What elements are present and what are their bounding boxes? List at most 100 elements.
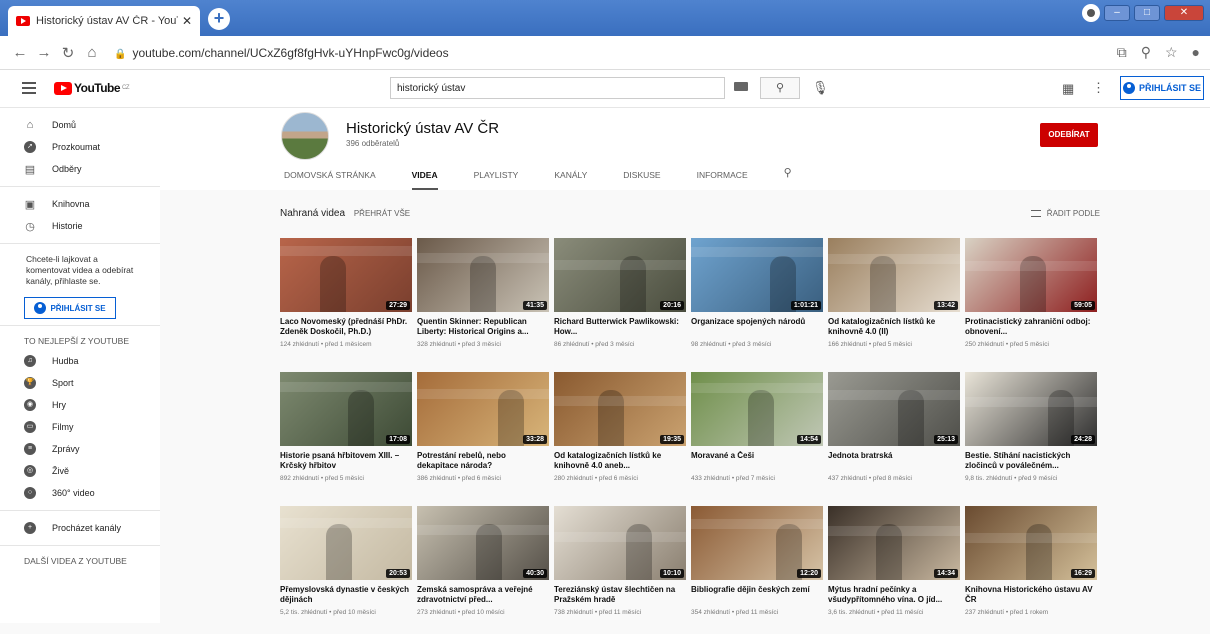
sidebar-item-history[interactable]: ◷ Historie xyxy=(0,215,160,237)
video-card[interactable]: 33:28 Potrestání rebelů, nebo dekapitace … xyxy=(417,372,549,500)
video-card[interactable]: 12:20 Bibliografie dějin českých zemí 354 … xyxy=(691,506,823,634)
video-card[interactable]: 14:34 Mýtus hradní pečínky a všudypřítomn… xyxy=(828,506,960,634)
tab-playlists[interactable]: PLAYLISTY xyxy=(474,168,519,190)
video-card[interactable]: 1:01:21 Organizace spojených národů 98 zhl… xyxy=(691,238,823,366)
back-icon[interactable]: ← xyxy=(8,44,32,61)
video-title[interactable]: Laco Novomeský (přednáší PhDr. Zdeněk Do… xyxy=(280,317,412,337)
video-thumbnail[interactable]: 40:30 xyxy=(417,506,549,580)
video-card[interactable]: 40:30 Zemská samospráva a veřejné zdravot… xyxy=(417,506,549,634)
video-card[interactable]: 25:13 Jednota bratrská 437 zhlédnutí • pře… xyxy=(828,372,960,500)
play-all-button[interactable]: PŘEHRÁT VŠE xyxy=(354,209,410,218)
video-title[interactable]: Mýtus hradní pečínky a všudypřítomného v… xyxy=(828,585,960,605)
browser-tab[interactable]: Historický ústav AV ČR - YouTube ✕ xyxy=(8,6,200,36)
video-title[interactable]: Organizace spojených národů xyxy=(691,317,823,337)
profile-icon[interactable]: ● xyxy=(1192,44,1200,61)
signin-button[interactable]: PŘIHLÁSIT SE xyxy=(1120,76,1204,100)
video-thumbnail[interactable]: 14:54 xyxy=(691,372,823,446)
video-thumbnail[interactable]: 16:29 xyxy=(965,506,1097,580)
video-thumbnail[interactable]: 24:28 xyxy=(965,372,1097,446)
bookmark-star-icon[interactable]: ☆ xyxy=(1165,44,1178,61)
video-thumbnail[interactable]: 14:34 xyxy=(828,506,960,580)
video-thumbnail[interactable]: 19:35 xyxy=(554,372,686,446)
sidebar-item-live[interactable]: ◎ Živě xyxy=(0,460,160,482)
apps-grid-icon[interactable]: ▦ xyxy=(1062,81,1074,97)
video-title[interactable]: Zemská samospráva a veřejné zdravotnictv… xyxy=(417,585,549,605)
video-title[interactable]: Potrestání rebelů, nebo dekapitace národ… xyxy=(417,451,549,471)
video-thumbnail[interactable]: 1:01:21 xyxy=(691,238,823,312)
video-title[interactable]: Knihovna Historického ústavu AV ČR xyxy=(965,585,1097,605)
video-title[interactable]: Quentin Skinner: Republican Liberty: His… xyxy=(417,317,549,337)
subscribe-button[interactable]: ODEBÍRAT xyxy=(1040,123,1098,147)
video-thumbnail[interactable]: 17:08 xyxy=(280,372,412,446)
channel-avatar[interactable] xyxy=(281,112,329,160)
video-title[interactable]: Historie psaná hřbitovem XIII. – Krčský … xyxy=(280,451,412,471)
reload-icon[interactable]: ↻ xyxy=(56,44,80,62)
install-icon[interactable]: ⧉ xyxy=(1117,44,1127,61)
video-card[interactable]: 16:29 Knihovna Historického ústavu AV ČR 2… xyxy=(965,506,1097,634)
sidebar-item-movies[interactable]: ▭ Filmy xyxy=(0,416,160,438)
sidebar-item-music[interactable]: ♫ Hudba xyxy=(0,350,160,372)
tab-discussion[interactable]: DISKUSE xyxy=(623,168,660,190)
video-card[interactable]: 19:35 Od katalogizačních lístků ke knihov… xyxy=(554,372,686,500)
youtube-logo[interactable]: YouTube CZ xyxy=(54,81,130,95)
video-thumbnail[interactable]: 13:42 xyxy=(828,238,960,312)
sidebar-signin-button[interactable]: PŘIHLÁSIT SE xyxy=(24,297,116,319)
video-card[interactable]: 27:29 Laco Novomeský (přednáší PhDr. Zden… xyxy=(280,238,412,366)
video-thumbnail[interactable]: 27:29 xyxy=(280,238,412,312)
new-tab-button[interactable]: + xyxy=(208,8,230,30)
sidebar-item-360[interactable]: ○ 360° video xyxy=(0,482,160,504)
video-title[interactable]: Jednota bratrská xyxy=(828,451,960,471)
video-card[interactable]: 20:53 Přemyslovská dynastie v českých děj… xyxy=(280,506,412,634)
sidebar-item-sport[interactable]: 🏆 Sport xyxy=(0,372,160,394)
video-card[interactable]: 14:54 Moravané a Češi 433 zhlédnutí • před… xyxy=(691,372,823,500)
video-card[interactable]: 59:05 Protinacistický zahraniční odboj: o… xyxy=(965,238,1097,366)
video-thumbnail[interactable]: 41:35 xyxy=(417,238,549,312)
video-thumbnail[interactable]: 20:16 xyxy=(554,238,686,312)
sidebar-item-gaming[interactable]: ◉ Hry xyxy=(0,394,160,416)
sidebar-item-browse-channels[interactable]: + Procházet kanály xyxy=(0,517,160,539)
video-card[interactable]: 17:08 Historie psaná hřbitovem XIII. – Kr… xyxy=(280,372,412,500)
url-field[interactable]: 🔒 youtube.com/channel/UCxZ6gf8fgHvk-uYHnp… xyxy=(114,46,449,60)
video-card[interactable]: 20:16 Richard Butterwick Pawlikowski: How… xyxy=(554,238,686,366)
video-title[interactable]: Přemyslovská dynastie v českých dějinách xyxy=(280,585,412,605)
search-input[interactable]: historický ústav xyxy=(390,77,725,99)
sidebar-item-explore[interactable]: ➚ Prozkoumat xyxy=(0,136,160,158)
minimize-button[interactable]: – xyxy=(1104,5,1130,21)
sort-button[interactable]: ŘADIT PODLE xyxy=(1030,209,1100,218)
search-button[interactable]: ⚲ xyxy=(760,77,800,99)
video-title[interactable]: Tereziánský ústav šlechtičen na Pražském… xyxy=(554,585,686,605)
video-card[interactable]: 13:42 Od katalogizačních lístků ke knihov… xyxy=(828,238,960,366)
tab-channels[interactable]: KANÁLY xyxy=(554,168,587,190)
record-icon[interactable] xyxy=(1082,4,1100,22)
video-title[interactable]: Od katalogizačních lístků ke knihovně 4.… xyxy=(554,451,686,471)
close-window-button[interactable]: ✕ xyxy=(1164,5,1204,21)
video-card[interactable]: 41:35 Quentin Skinner: Republican Liberty… xyxy=(417,238,549,366)
video-thumbnail[interactable]: 25:13 xyxy=(828,372,960,446)
keyboard-icon[interactable] xyxy=(734,82,748,91)
sidebar-item-library[interactable]: ▣ Knihovna xyxy=(0,193,160,215)
video-thumbnail[interactable]: 12:20 xyxy=(691,506,823,580)
video-card[interactable]: 24:28 Bestie. Stíhání nacistických zločin… xyxy=(965,372,1097,500)
video-title[interactable]: Richard Butterwick Pawlikowski: How... xyxy=(554,317,686,337)
channel-search-icon[interactable]: ⚲ xyxy=(784,166,792,188)
sidebar-item-home[interactable]: ⌂ Domů xyxy=(0,114,160,136)
video-thumbnail[interactable]: 20:53 xyxy=(280,506,412,580)
tab-home[interactable]: DOMOVSKÁ STRÁNKA xyxy=(284,168,376,190)
hamburger-menu-icon[interactable] xyxy=(22,82,36,94)
video-thumbnail[interactable]: 10:10 xyxy=(554,506,686,580)
video-title[interactable]: Moravané a Češi xyxy=(691,451,823,471)
video-thumbnail[interactable]: 33:28 xyxy=(417,372,549,446)
microphone-icon[interactable]: 🎙 xyxy=(812,80,829,96)
video-title[interactable]: Protinacistický zahraniční odboj: obnove… xyxy=(965,317,1097,337)
video-card[interactable]: 10:10 Tereziánský ústav šlechtičen na Pra… xyxy=(554,506,686,634)
settings-dots-icon[interactable]: ⋮ xyxy=(1092,80,1105,96)
maximize-button[interactable]: □ xyxy=(1134,5,1160,21)
video-thumbnail[interactable]: 59:05 xyxy=(965,238,1097,312)
home-browser-icon[interactable]: ⌂ xyxy=(80,44,104,61)
video-title[interactable]: Bibliografie dějin českých zemí xyxy=(691,585,823,605)
zoom-icon[interactable]: ⚲ xyxy=(1141,44,1151,61)
sidebar-item-subscriptions[interactable]: ▤ Odběry xyxy=(0,158,160,180)
sidebar-item-news[interactable]: ≡ Zprávy xyxy=(0,438,160,460)
video-title[interactable]: Bestie. Stíhání nacistických zločinců v … xyxy=(965,451,1097,471)
tab-about[interactable]: INFORMACE xyxy=(697,168,748,190)
